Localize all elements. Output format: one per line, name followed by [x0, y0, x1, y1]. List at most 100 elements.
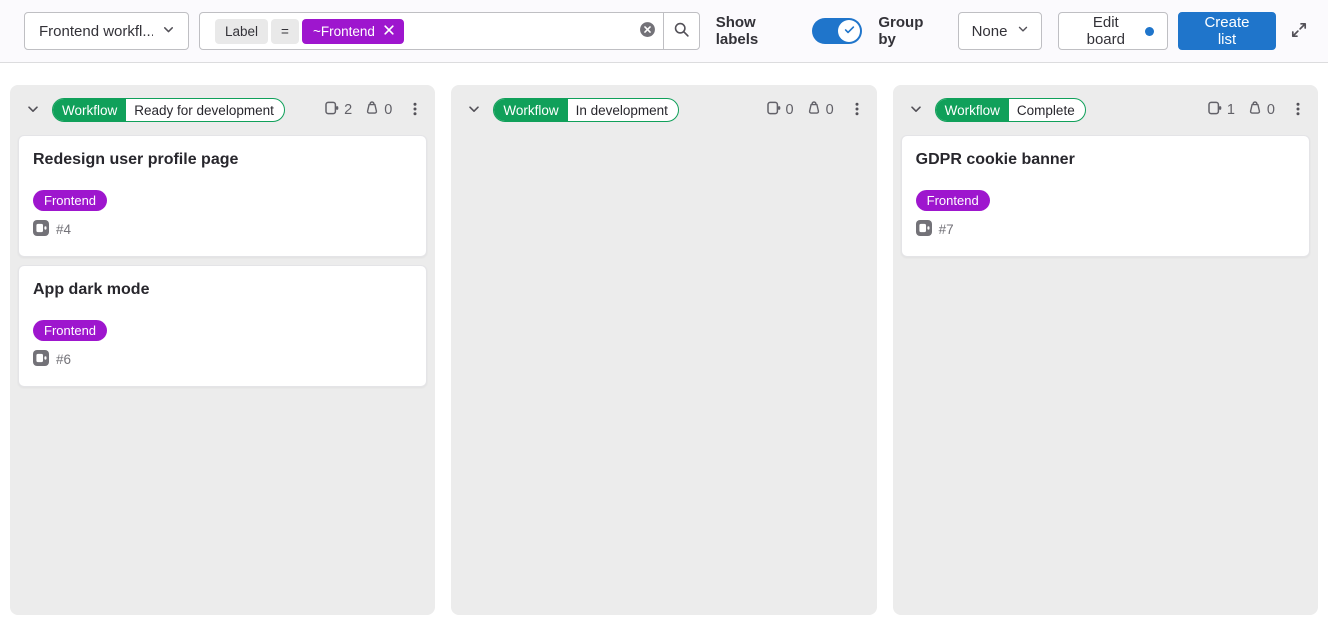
filter-token-value[interactable]: ~Frontend [302, 19, 404, 44]
column-scoped-label: Workflow In development [493, 98, 679, 122]
vertical-ellipsis-icon [407, 101, 423, 120]
issue-reference: #4 [56, 222, 71, 237]
column-counts: 0 0 [766, 100, 834, 120]
board-column: Workflow Complete 1 0 [893, 85, 1318, 615]
chevron-down-icon [466, 101, 482, 120]
label-value: Complete [1009, 99, 1085, 121]
fullscreen-button[interactable] [1290, 21, 1308, 42]
weight-count-value: 0 [1267, 102, 1275, 118]
issues-icon [1207, 100, 1223, 120]
maximize-arrows-icon [1290, 21, 1308, 42]
card-list: GDPR cookie banner Frontend #7 [893, 133, 1318, 265]
issue-type-icon [33, 350, 49, 369]
vertical-ellipsis-icon [849, 101, 865, 120]
issues-icon [324, 100, 340, 120]
issue-card[interactable]: Redesign user profile page Frontend #4 [18, 135, 427, 257]
board: Workflow Ready for development 2 0 [0, 63, 1328, 615]
filter-bar[interactable]: Label = ~Frontend [199, 12, 700, 50]
board-switcher-label: Frontend workfl... [39, 23, 153, 40]
card-title: App dark mode [33, 280, 412, 300]
weight-count-value: 0 [826, 102, 834, 118]
weight-icon [806, 100, 822, 120]
card-title: Redesign user profile page [33, 150, 412, 170]
card-labels: Frontend [33, 190, 412, 211]
filter-token-key[interactable]: Label [215, 19, 268, 44]
label-scope: Workflow [936, 99, 1009, 121]
board-column: Workflow In development 0 0 [451, 85, 876, 615]
filter-token-value-label: ~Frontend [313, 24, 375, 39]
filter-tokens[interactable]: Label = ~Frontend [200, 19, 639, 44]
column-collapse-button[interactable] [23, 99, 43, 122]
label-scope: Workflow [494, 99, 567, 121]
issue-count: 0 [766, 100, 794, 120]
issue-count-value: 1 [1227, 102, 1235, 118]
board-toolbar: Frontend workfl... Label = ~Frontend [0, 0, 1328, 63]
chevron-down-icon [161, 22, 176, 41]
board-column: Workflow Ready for development 2 0 [10, 85, 435, 615]
chevron-down-icon [1016, 22, 1030, 40]
close-x-icon[interactable] [383, 24, 395, 39]
filter-clear-button[interactable] [639, 21, 656, 41]
check-icon [843, 23, 856, 39]
issue-type-icon [916, 220, 932, 239]
issue-count: 2 [324, 100, 352, 120]
card-list: Redesign user profile page Frontend #4 A… [10, 133, 435, 395]
card-ref-row: #7 [916, 220, 1295, 239]
card-title: GDPR cookie banner [916, 150, 1295, 170]
weight-icon [364, 100, 380, 120]
edit-board-button[interactable]: Edit board [1058, 12, 1168, 50]
column-scoped-label: Workflow Complete [935, 98, 1086, 122]
issue-type-icon [33, 220, 49, 239]
weight-count: 0 [806, 100, 834, 120]
issue-card[interactable]: App dark mode Frontend #6 [18, 265, 427, 387]
issue-card[interactable]: GDPR cookie banner Frontend #7 [901, 135, 1310, 257]
create-list-button[interactable]: Create list [1178, 12, 1276, 50]
toggle-knob [838, 20, 860, 42]
issue-reference: #7 [939, 222, 954, 237]
label-value: In development [568, 99, 678, 121]
edit-board-indicator-dot [1145, 27, 1154, 36]
column-header: Workflow In development 0 0 [451, 85, 876, 133]
label-scope: Workflow [53, 99, 126, 121]
card-label-pill[interactable]: Frontend [916, 190, 990, 211]
label-value: Ready for development [126, 99, 284, 121]
column-scoped-label: Workflow Ready for development [52, 98, 285, 122]
card-ref-row: #4 [33, 220, 412, 239]
group-by-label: Group by [878, 14, 943, 48]
column-collapse-button[interactable] [906, 99, 926, 122]
issue-count-value: 0 [786, 102, 794, 118]
column-collapse-button[interactable] [464, 99, 484, 122]
search-button[interactable] [663, 13, 699, 49]
clear-circle-icon [639, 21, 656, 41]
column-header: Workflow Ready for development 2 0 [10, 85, 435, 133]
issue-count: 1 [1207, 100, 1235, 120]
chevron-down-icon [908, 101, 924, 120]
filter-token-operator[interactable]: = [271, 19, 299, 44]
group-by-value: None [972, 23, 1008, 40]
column-menu-button[interactable] [407, 101, 423, 120]
card-labels: Frontend [33, 320, 412, 341]
chevron-down-icon [25, 101, 41, 120]
edit-board-label: Edit board [1072, 14, 1139, 48]
weight-count: 0 [1247, 100, 1275, 120]
group-by-dropdown[interactable]: None [958, 12, 1043, 50]
weight-count: 0 [364, 100, 392, 120]
issue-count-value: 2 [344, 102, 352, 118]
card-labels: Frontend [916, 190, 1295, 211]
column-counts: 1 0 [1207, 100, 1275, 120]
card-label-pill[interactable]: Frontend [33, 190, 107, 211]
card-label-pill[interactable]: Frontend [33, 320, 107, 341]
board-switcher-dropdown[interactable]: Frontend workfl... [24, 12, 189, 50]
show-labels-label: Show labels [716, 14, 801, 48]
issues-icon [766, 100, 782, 120]
vertical-ellipsis-icon [1290, 101, 1306, 120]
card-list [451, 133, 876, 143]
show-labels-toggle[interactable] [812, 18, 862, 44]
issue-reference: #6 [56, 352, 71, 367]
card-ref-row: #6 [33, 350, 412, 369]
weight-icon [1247, 100, 1263, 120]
search-icon [673, 21, 690, 41]
column-counts: 2 0 [324, 100, 392, 120]
column-menu-button[interactable] [849, 101, 865, 120]
column-menu-button[interactable] [1290, 101, 1306, 120]
